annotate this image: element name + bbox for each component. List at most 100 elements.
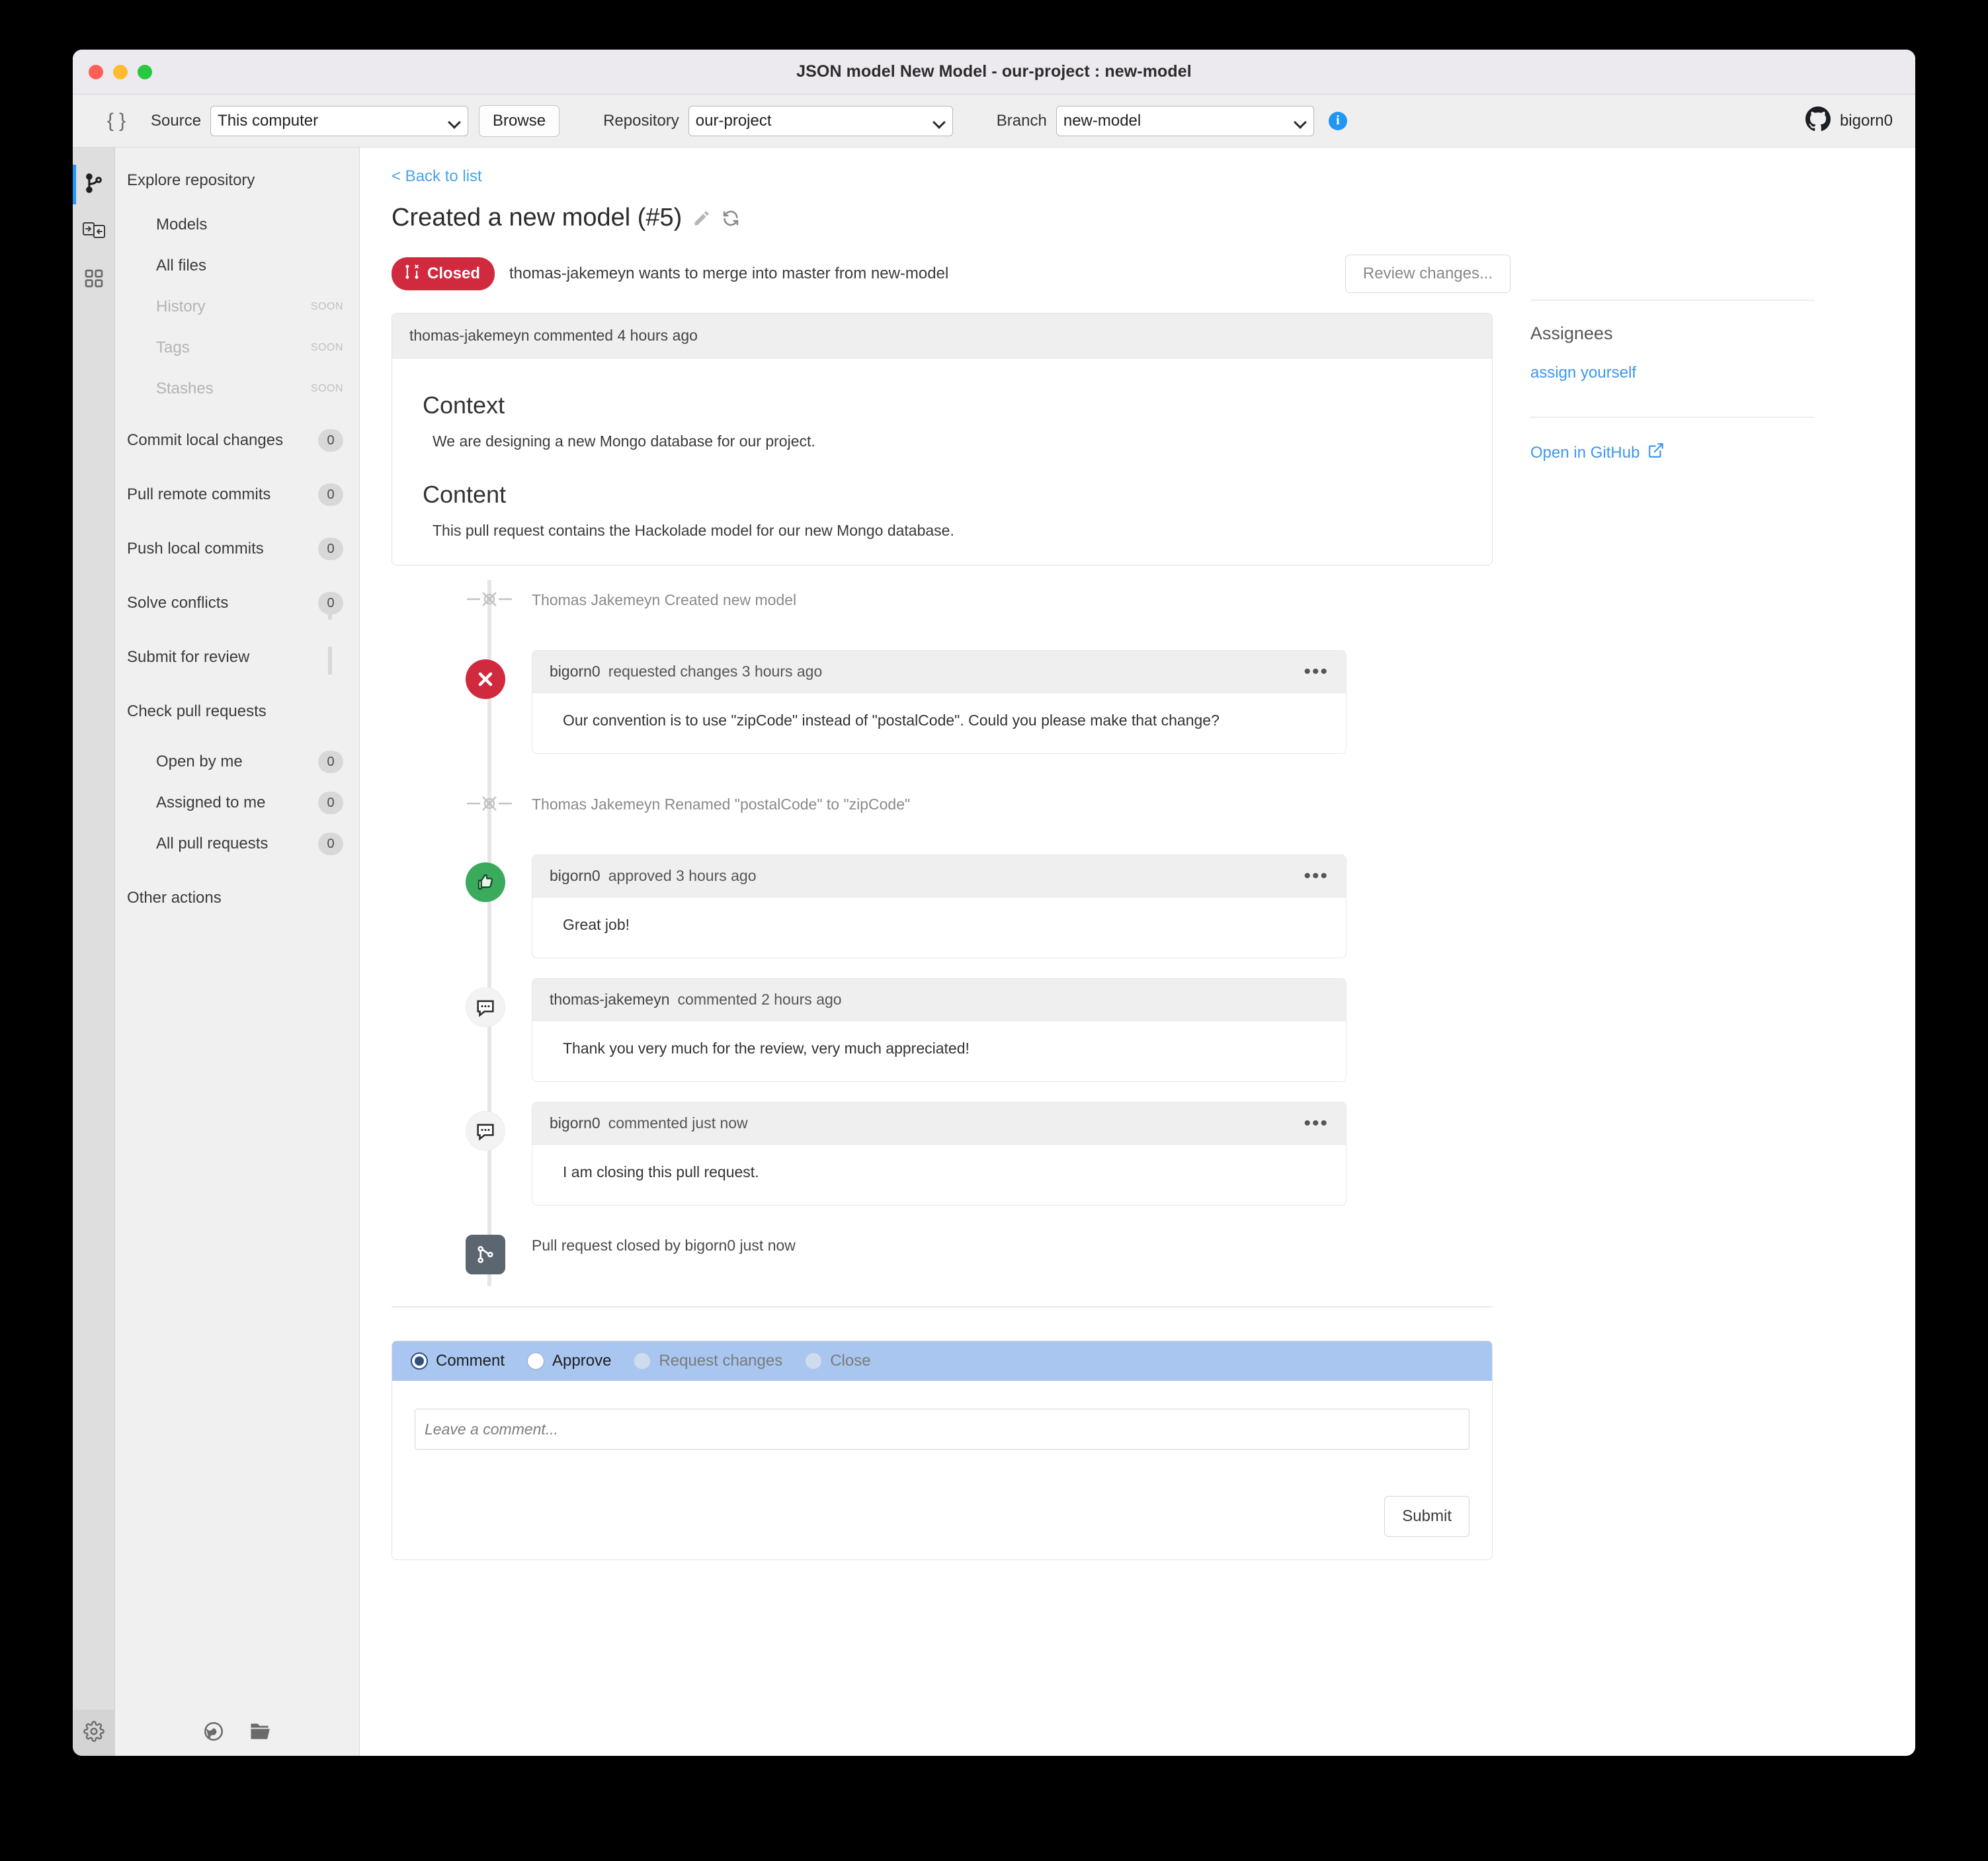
speech-bubble-icon xyxy=(466,987,505,1027)
comment-author: thomas-jakemeyn xyxy=(550,991,670,1008)
sidebar-item-badge: 0 xyxy=(318,833,343,855)
app-window: JSON model New Model - our-project : new… xyxy=(73,50,1915,1756)
radio-label: Request changes xyxy=(659,1352,783,1370)
status-badge-label: Closed xyxy=(427,265,481,282)
sidebar-item-label: Open by me xyxy=(156,753,243,770)
radio-option-comment[interactable]: Comment xyxy=(411,1352,505,1370)
sidebar-item-all-pull-requests[interactable]: All pull requests 0 xyxy=(115,823,359,864)
timeline-review-approved: bigorn0 approved 3 hours ago ••• Great j… xyxy=(392,854,1493,958)
radio-label: Close xyxy=(830,1352,871,1370)
radio-indicator xyxy=(805,1352,823,1370)
timeline-closed-event: Pull request closed by bigorn0 just now xyxy=(392,1225,1493,1286)
assignees-title: Assignees xyxy=(1530,323,1613,343)
pull-request-column: < Back to list Created a new model (#5) xyxy=(360,167,1511,1560)
review-changes-button[interactable]: Review changes... xyxy=(1345,255,1511,293)
sidebar-item-check-pull-requests[interactable]: Check pull requests xyxy=(115,691,359,732)
radio-label: Comment xyxy=(436,1352,505,1370)
globe-icon[interactable] xyxy=(202,1720,225,1746)
title-bar: JSON model New Model - our-project : new… xyxy=(73,50,1915,95)
top-toolbar: { } Source This computer Browse Reposito… xyxy=(73,95,1915,147)
sidebar-item-label: Commit local changes xyxy=(127,431,284,449)
sidebar-item-push-local-commits[interactable]: Push local commits 0 xyxy=(115,528,359,569)
sidebar-item-label: Solve conflicts xyxy=(127,594,229,612)
comment-meta: requested changes 3 hours ago xyxy=(608,663,823,680)
rail-item-git-branch[interactable] xyxy=(73,161,115,208)
ellipsis-icon[interactable]: ••• xyxy=(1304,661,1329,681)
source-select[interactable]: This computer xyxy=(210,105,469,136)
sidebar-item-models[interactable]: Models xyxy=(115,204,359,245)
pull-request-closed-icon xyxy=(403,263,421,285)
sidebar-item-badge: 0 xyxy=(318,429,343,452)
assign-yourself-link[interactable]: assign yourself xyxy=(1530,364,1636,382)
sidebar-item-label: Submit for review xyxy=(127,648,250,666)
main-content: < Back to list Created a new model (#5) xyxy=(360,147,1915,1756)
comment-meta: approved 3 hours ago xyxy=(608,867,757,884)
pencil-icon[interactable] xyxy=(692,209,711,227)
ellipsis-icon[interactable]: ••• xyxy=(1304,1113,1329,1133)
open-in-github-label: Open in GitHub xyxy=(1530,443,1640,462)
radio-indicator xyxy=(527,1352,545,1370)
pr-timeline: Thomas Jakemeyn Created new model bigorn… xyxy=(392,580,1493,1286)
comment-form-options: Comment Approve Request changes Close xyxy=(392,1341,1492,1381)
rail-item-apps[interactable] xyxy=(73,256,115,304)
timeline-divider xyxy=(392,1306,1493,1307)
sidebar-item-pull-remote-commits[interactable]: Pull remote commits 0 xyxy=(115,474,359,515)
github-icon xyxy=(1805,106,1831,135)
comment-body: Our convention is to use "zipCode" inste… xyxy=(563,712,1220,729)
grid-apps-icon xyxy=(83,268,104,292)
rail-item-compare[interactable] xyxy=(73,208,115,256)
sidebar-item-commit-local-changes[interactable]: Commit local changes 0 xyxy=(115,420,359,461)
sidebar-item-badge: 0 xyxy=(318,538,343,560)
sidebar-item-assigned-to-me[interactable]: Assigned to me 0 xyxy=(115,782,359,823)
comment-input[interactable] xyxy=(415,1409,1470,1450)
info-icon[interactable]: i xyxy=(1328,111,1347,130)
comment-meta: commented just now xyxy=(608,1114,748,1132)
sidebar-item-other-actions[interactable]: Other actions xyxy=(115,878,359,919)
comment-card: thomas-jakemeyn commented 2 hours ago Th… xyxy=(532,978,1346,1082)
sidebar-item-label: Pull remote commits xyxy=(127,485,271,503)
browse-button[interactable]: Browse xyxy=(479,104,560,137)
refresh-icon[interactable] xyxy=(722,209,740,227)
speech-bubble-icon xyxy=(466,1111,505,1151)
comment-author: bigorn0 xyxy=(550,867,601,884)
back-to-list-link[interactable]: < Back to list xyxy=(392,167,482,186)
timeline-comment: bigorn0 commented just now ••• I am clos… xyxy=(392,1102,1493,1206)
sidebar-item-label: Models xyxy=(156,216,208,233)
comment-card: bigorn0 requested changes 3 hours ago ••… xyxy=(532,650,1346,754)
comment-body: Thank you very much for the review, very… xyxy=(563,1040,970,1057)
sidebar-item-label: All pull requests xyxy=(156,835,269,852)
repository-label: Repository xyxy=(603,111,679,130)
commit-node-icon xyxy=(466,792,513,815)
rejected-x-icon xyxy=(466,659,505,699)
sidebar-item-all-files[interactable]: All files xyxy=(115,245,359,286)
sidebar-item-submit-for-review[interactable]: Submit for review xyxy=(115,637,359,678)
sidebar-item-open-by-me[interactable]: Open by me 0 xyxy=(115,741,359,782)
sidebar-item-solve-conflicts[interactable]: Solve conflicts 0 xyxy=(115,583,359,624)
description-heading-context: Context xyxy=(423,392,505,419)
open-in-github-link[interactable]: Open in GitHub xyxy=(1530,442,1821,464)
sidebar-item-label: History xyxy=(156,298,206,315)
comment-author: bigorn0 xyxy=(550,1114,601,1132)
repository-select[interactable]: our-project xyxy=(688,105,953,136)
settings-button[interactable] xyxy=(73,1710,115,1756)
timeline-comment: thomas-jakemeyn commented 2 hours ago Th… xyxy=(392,978,1493,1082)
soon-badge: SOON xyxy=(310,342,343,353)
sidebar-item-badge: 0 xyxy=(318,751,343,773)
radio-option-approve[interactable]: Approve xyxy=(527,1352,611,1370)
side-divider xyxy=(1530,300,1815,301)
ellipsis-icon[interactable]: ••• xyxy=(1304,866,1329,886)
description-heading-content: Content xyxy=(423,481,507,508)
sidebar-item-label: Other actions xyxy=(127,889,222,907)
github-username: bigorn0 xyxy=(1839,111,1893,130)
timeline-event: Thomas Jakemeyn Created new model xyxy=(392,580,1493,620)
branch-select[interactable]: new-model xyxy=(1056,105,1314,136)
description-card: thomas-jakemeyn commented 4 hours ago Co… xyxy=(392,313,1493,565)
sidebar-item-label: All files xyxy=(156,257,207,274)
github-account[interactable]: bigorn0 xyxy=(1805,106,1893,135)
radio-indicator xyxy=(634,1352,651,1370)
submit-button[interactable]: Submit xyxy=(1384,1496,1470,1537)
side-divider xyxy=(1530,417,1815,418)
thumbs-up-icon xyxy=(466,862,505,902)
open-folder-icon[interactable] xyxy=(249,1721,272,1745)
status-badge: Closed xyxy=(392,257,495,290)
